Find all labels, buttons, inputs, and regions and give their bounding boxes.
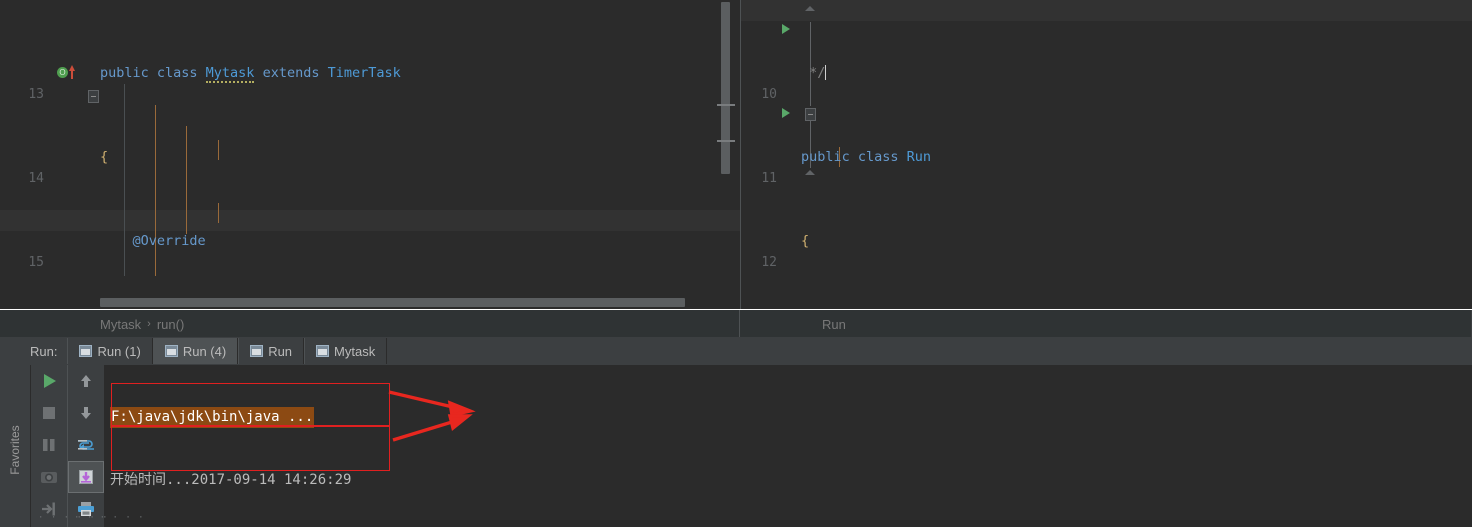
code-line-text: @Override bbox=[100, 233, 206, 249]
editor-pane-run[interactable]: 10 */ 11 public class Run 12 { 13 privat… bbox=[741, 0, 1472, 309]
editor-left-code: 13 public class Mytask extends TimerTask… bbox=[0, 0, 401, 309]
scroll-to-end-icon bbox=[79, 470, 93, 484]
soft-wrap-icon bbox=[78, 440, 94, 450]
console-line: 开始时间...2017-09-14 14:26:29 bbox=[110, 472, 352, 488]
breadcrumb-class[interactable]: Mytask bbox=[100, 317, 141, 332]
line-number: 10 bbox=[761, 87, 777, 102]
code-line-text: { bbox=[801, 233, 810, 249]
code-line: 12 { bbox=[741, 231, 822, 270]
run-tab-run-1[interactable]: Run (1) bbox=[67, 338, 153, 364]
arrow-up-icon bbox=[81, 375, 91, 387]
run-config-icon bbox=[316, 345, 330, 357]
run-tab-run-4[interactable]: Run (4) bbox=[152, 338, 239, 364]
indent-guide bbox=[218, 140, 219, 160]
soft-wrap-button[interactable] bbox=[68, 429, 104, 461]
code-line-text: */ bbox=[801, 65, 827, 81]
current-line-highlight bbox=[0, 210, 740, 231]
run-tab-run[interactable]: Run bbox=[238, 338, 305, 364]
pause-button[interactable] bbox=[31, 429, 67, 461]
indent-guide bbox=[218, 203, 219, 223]
intellij-idea-window: O 13 public class Mytask extends TimerTa… bbox=[0, 0, 1472, 527]
current-line-highlight bbox=[741, 0, 1472, 21]
up-button[interactable] bbox=[68, 365, 104, 397]
code-line: 10 */ bbox=[741, 63, 827, 102]
command-line-text: F:\java\jdk\bin\java ... bbox=[110, 407, 315, 428]
scrollbar-marker bbox=[717, 104, 735, 106]
breadcrumb-right[interactable]: Run bbox=[740, 310, 1471, 338]
left-tool-strip: Favorites bbox=[0, 365, 31, 527]
breadcrumb-method[interactable]: run() bbox=[157, 317, 184, 332]
scrollbar-marker bbox=[717, 140, 735, 142]
run-tool-window: Run: Run (1) Run (4) Run Mytask Favorite… bbox=[0, 337, 1472, 527]
rerun-button[interactable] bbox=[31, 365, 67, 397]
dump-threads-button[interactable] bbox=[31, 461, 67, 493]
editor-right-code: 10 */ 11 public class Run 12 { 13 privat… bbox=[741, 0, 931, 309]
run-tab-label: Mytask bbox=[334, 343, 376, 359]
camera-icon bbox=[41, 472, 57, 483]
down-button[interactable] bbox=[68, 397, 104, 429]
play-icon bbox=[44, 374, 56, 388]
run-tab-label: Run (4) bbox=[182, 343, 227, 359]
pause-icon bbox=[43, 439, 55, 451]
line-number: 15 bbox=[28, 255, 44, 270]
code-line-text: public class Run bbox=[801, 149, 932, 165]
arrow-down-icon bbox=[81, 407, 91, 419]
code-line-text: { bbox=[100, 149, 109, 165]
breadcrumb-class[interactable]: Run bbox=[822, 317, 846, 332]
line-number: 11 bbox=[761, 171, 777, 186]
run-tab-mytask[interactable]: Mytask bbox=[304, 338, 388, 364]
sidebar-item-favorites[interactable]: Favorites bbox=[8, 412, 22, 488]
breadcrumb-separator-icon: › bbox=[147, 318, 151, 330]
console-command-line: F:\java\jdk\bin\java ... bbox=[110, 407, 1472, 428]
run-tab-label: Run (1) bbox=[97, 343, 141, 359]
indent-guide bbox=[186, 126, 187, 234]
run-tab-label: Run bbox=[268, 343, 293, 359]
line-number: 12 bbox=[761, 255, 777, 270]
run-toolbar-left bbox=[31, 365, 68, 527]
code-line: 14 { bbox=[0, 147, 108, 186]
text-caret bbox=[825, 65, 827, 80]
run-tab-bar: Run: Run (1) Run (4) Run Mytask bbox=[0, 337, 1472, 365]
breadcrumb-left[interactable]: Mytask › run() bbox=[0, 310, 740, 338]
editor-horizontal-scrollbar[interactable] bbox=[100, 298, 685, 307]
stop-square-icon bbox=[43, 407, 55, 419]
breadcrumb-bar: Mytask › run() Run bbox=[0, 309, 1472, 338]
stop-button[interactable] bbox=[31, 397, 67, 429]
run-toolbar-right bbox=[68, 365, 104, 527]
editor-split-area: O 13 public class Mytask extends TimerTa… bbox=[0, 0, 1472, 309]
editor-pane-mytask[interactable]: O 13 public class Mytask extends TimerTa… bbox=[0, 0, 741, 309]
run-config-icon bbox=[164, 345, 178, 357]
editor-vertical-scrollbar[interactable] bbox=[721, 2, 730, 174]
code-line: 13 public class Mytask extends TimerTask bbox=[0, 63, 401, 102]
line-number: 14 bbox=[28, 171, 44, 186]
code-fold-icon[interactable] bbox=[88, 90, 99, 103]
run-config-icon bbox=[79, 345, 93, 357]
console-output[interactable]: F:\java\jdk\bin\java ... 开始时间...2017-09-… bbox=[110, 365, 1472, 527]
code-line-text: public class Mytask extends TimerTask bbox=[100, 65, 401, 83]
code-line: 11 public class Run bbox=[741, 147, 931, 186]
run-config-icon bbox=[250, 345, 264, 357]
run-window-label: Run: bbox=[30, 343, 58, 359]
code-line: 15 @Override bbox=[0, 231, 205, 270]
line-number: 13 bbox=[28, 87, 44, 102]
console-area: Favorites · · · · · · · · · · · · F:\jav… bbox=[0, 365, 1472, 527]
scroll-to-end-button[interactable] bbox=[68, 461, 104, 493]
